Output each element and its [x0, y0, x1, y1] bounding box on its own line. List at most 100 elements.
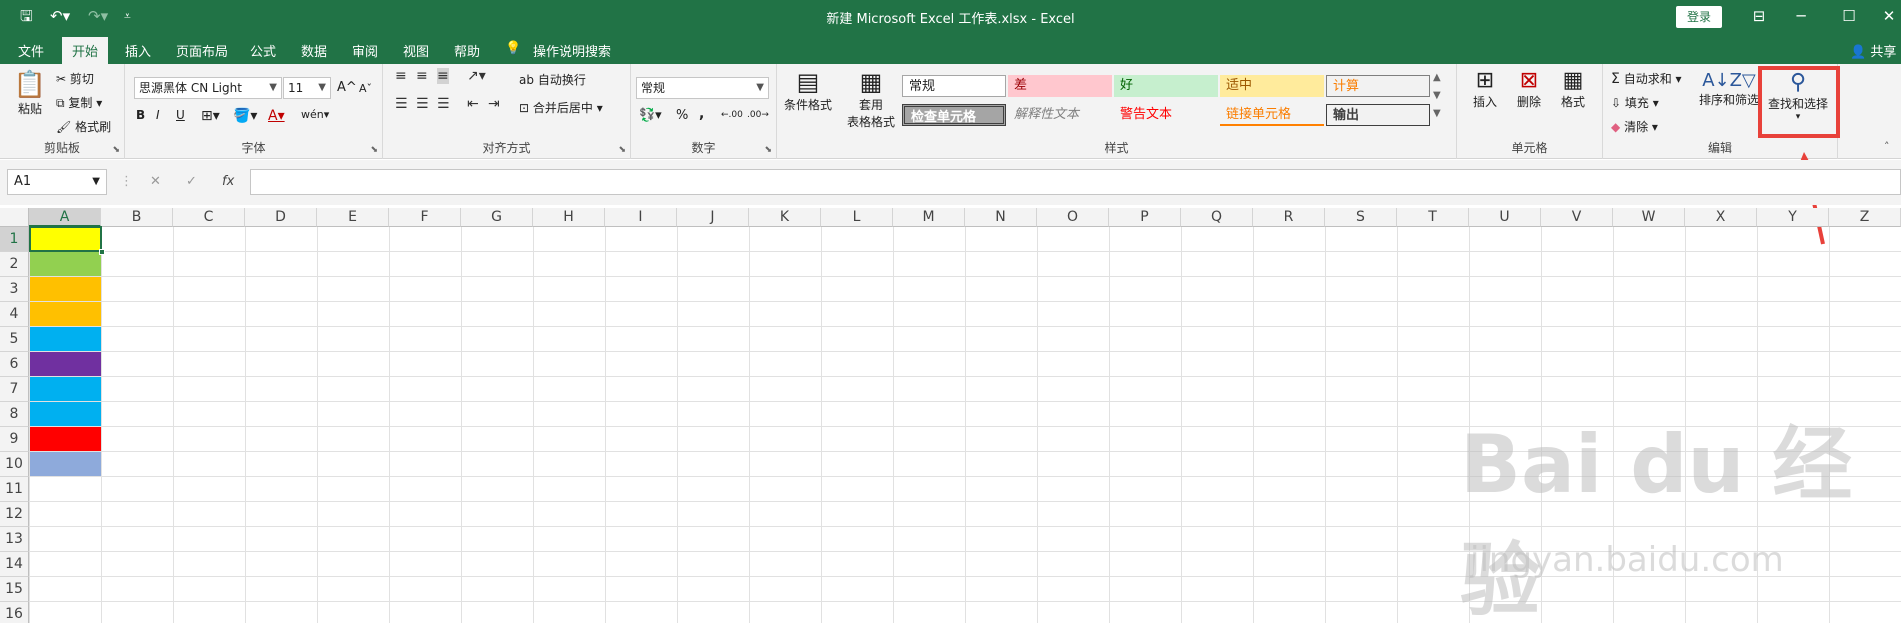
- align-top-icon[interactable]: ≡: [395, 68, 407, 84]
- format-painter-button[interactable]: 🖌 格式刷: [56, 118, 111, 135]
- cell-a2[interactable]: [30, 252, 101, 276]
- column-header-i[interactable]: I: [605, 208, 677, 227]
- underline-button[interactable]: U: [176, 108, 185, 122]
- column-header-t[interactable]: T: [1397, 208, 1469, 227]
- column-header-h[interactable]: H: [533, 208, 605, 227]
- tab-review[interactable]: 审阅: [352, 41, 378, 60]
- column-header-b[interactable]: B: [101, 208, 173, 227]
- column-header-w[interactable]: W: [1613, 208, 1685, 227]
- tab-insert[interactable]: 插入: [125, 41, 151, 60]
- align-left-icon[interactable]: ☰: [395, 96, 408, 112]
- cell-a8[interactable]: [30, 402, 101, 426]
- increase-indent-icon[interactable]: ⇥: [488, 96, 500, 112]
- maximize-icon[interactable]: ☐: [1834, 5, 1864, 27]
- row-header-11[interactable]: 11: [0, 477, 29, 502]
- format-cells-button[interactable]: ▦ 格式: [1553, 68, 1593, 110]
- cell-a3[interactable]: [30, 277, 101, 301]
- row-header-1[interactable]: 1: [0, 227, 29, 252]
- column-header-j[interactable]: J: [677, 208, 749, 227]
- row-header-12[interactable]: 12: [0, 502, 29, 527]
- ribbon-display-icon[interactable]: ⊟: [1744, 5, 1774, 27]
- conditional-format-button[interactable]: ▤ 条件格式: [780, 68, 836, 113]
- fill-handle[interactable]: [99, 249, 105, 255]
- sort-filter-button[interactable]: A↓Z▽ 排序和筛选: [1699, 70, 1759, 108]
- row-header-6[interactable]: 6: [0, 352, 29, 377]
- column-header-u[interactable]: U: [1469, 208, 1541, 227]
- column-header-q[interactable]: Q: [1181, 208, 1253, 227]
- row-header-10[interactable]: 10: [0, 452, 29, 477]
- font-size-select[interactable]: 11 ▼: [283, 77, 331, 99]
- decrease-indent-icon[interactable]: ⇤: [467, 96, 479, 112]
- clear-button[interactable]: ◆ 清除 ▾: [1611, 118, 1658, 135]
- orientation-icon[interactable]: ↗▾: [467, 68, 486, 84]
- border-icon[interactable]: ⊞▾: [201, 108, 220, 124]
- tab-file[interactable]: 文件: [18, 41, 44, 60]
- column-header-g[interactable]: G: [461, 208, 533, 227]
- close-icon[interactable]: ✕: [1874, 5, 1901, 27]
- column-header-d[interactable]: D: [245, 208, 317, 227]
- insert-cells-button[interactable]: ⊞ 插入: [1465, 68, 1505, 110]
- wrap-text-button[interactable]: ab 自动换行: [519, 71, 586, 88]
- cell-a6[interactable]: [30, 352, 101, 376]
- align-center-icon[interactable]: ☰: [416, 96, 429, 112]
- row-header-7[interactable]: 7: [0, 377, 29, 402]
- style-calculation[interactable]: 计算: [1326, 75, 1430, 97]
- align-right-icon[interactable]: ☰: [437, 96, 450, 112]
- column-header-a[interactable]: A: [29, 208, 101, 227]
- select-all-button[interactable]: [0, 208, 29, 227]
- row-header-8[interactable]: 8: [0, 402, 29, 427]
- autosum-button[interactable]: Σ 自动求和 ▾: [1611, 70, 1682, 87]
- column-header-m[interactable]: M: [893, 208, 965, 227]
- tell-me-search[interactable]: 操作说明搜索: [533, 41, 611, 60]
- login-button[interactable]: 登录: [1676, 6, 1722, 28]
- cut-button[interactable]: ✂ 剪切: [56, 70, 94, 87]
- increase-decimal-icon[interactable]: ←.00: [721, 110, 743, 120]
- column-header-v[interactable]: V: [1541, 208, 1613, 227]
- shrink-font-button[interactable]: Aˇ: [359, 82, 372, 95]
- tab-formulas[interactable]: 公式: [250, 41, 276, 60]
- column-header-e[interactable]: E: [317, 208, 389, 227]
- merge-center-button[interactable]: ⊡ 合并后居中 ▾: [519, 99, 603, 116]
- number-format-select[interactable]: 常规 ▼: [636, 77, 769, 99]
- row-header-13[interactable]: 13: [0, 527, 29, 552]
- scroll-down-icon[interactable]: ▼: [1433, 90, 1441, 101]
- font-name-select[interactable]: 思源黑体 CN Light ▼: [134, 77, 282, 99]
- column-header-y[interactable]: Y: [1757, 208, 1829, 227]
- column-header-l[interactable]: L: [821, 208, 893, 227]
- scroll-up-icon[interactable]: ▲: [1433, 72, 1441, 83]
- style-good[interactable]: 好: [1114, 75, 1218, 97]
- cancel-icon[interactable]: ✕: [150, 174, 161, 189]
- delete-cells-button[interactable]: ⊠ 删除: [1509, 68, 1549, 110]
- style-explanatory[interactable]: 解释性文本: [1008, 104, 1112, 126]
- cell-a5[interactable]: [30, 327, 101, 351]
- cell-a9[interactable]: [30, 427, 101, 451]
- font-color-icon[interactable]: A▾: [268, 108, 285, 124]
- bold-button[interactable]: B: [136, 108, 145, 122]
- decrease-decimal-icon[interactable]: .00→: [747, 110, 769, 120]
- dialog-launcher-icon[interactable]: ⬊: [618, 145, 626, 155]
- enter-icon[interactable]: ✓: [186, 174, 197, 189]
- name-box[interactable]: A1 ▼: [7, 169, 107, 195]
- more-styles-icon[interactable]: ▼: [1433, 108, 1441, 119]
- formula-input[interactable]: [250, 169, 1901, 195]
- column-header-n[interactable]: N: [965, 208, 1037, 227]
- row-header-2[interactable]: 2: [0, 252, 29, 277]
- column-header-k[interactable]: K: [749, 208, 821, 227]
- comma-button[interactable]: ,: [699, 106, 704, 122]
- cell-a7[interactable]: [30, 377, 101, 401]
- column-header-c[interactable]: C: [173, 208, 245, 227]
- row-header-15[interactable]: 15: [0, 577, 29, 602]
- row-header-3[interactable]: 3: [0, 277, 29, 302]
- grow-font-button[interactable]: A^: [337, 80, 357, 95]
- tab-view[interactable]: 视图: [403, 41, 429, 60]
- tab-page-layout[interactable]: 页面布局: [176, 41, 228, 60]
- active-cell-a1[interactable]: [29, 226, 102, 252]
- tab-help[interactable]: 帮助: [454, 41, 480, 60]
- minimize-icon[interactable]: ─: [1786, 5, 1816, 27]
- style-normal[interactable]: 常规: [902, 75, 1006, 97]
- column-header-r[interactable]: R: [1253, 208, 1325, 227]
- dialog-launcher-icon[interactable]: ⬊: [370, 145, 378, 155]
- paste-button[interactable]: 📋 粘贴: [12, 70, 48, 117]
- column-header-z[interactable]: Z: [1829, 208, 1901, 227]
- collapse-ribbon-icon[interactable]: ˄: [1884, 140, 1890, 153]
